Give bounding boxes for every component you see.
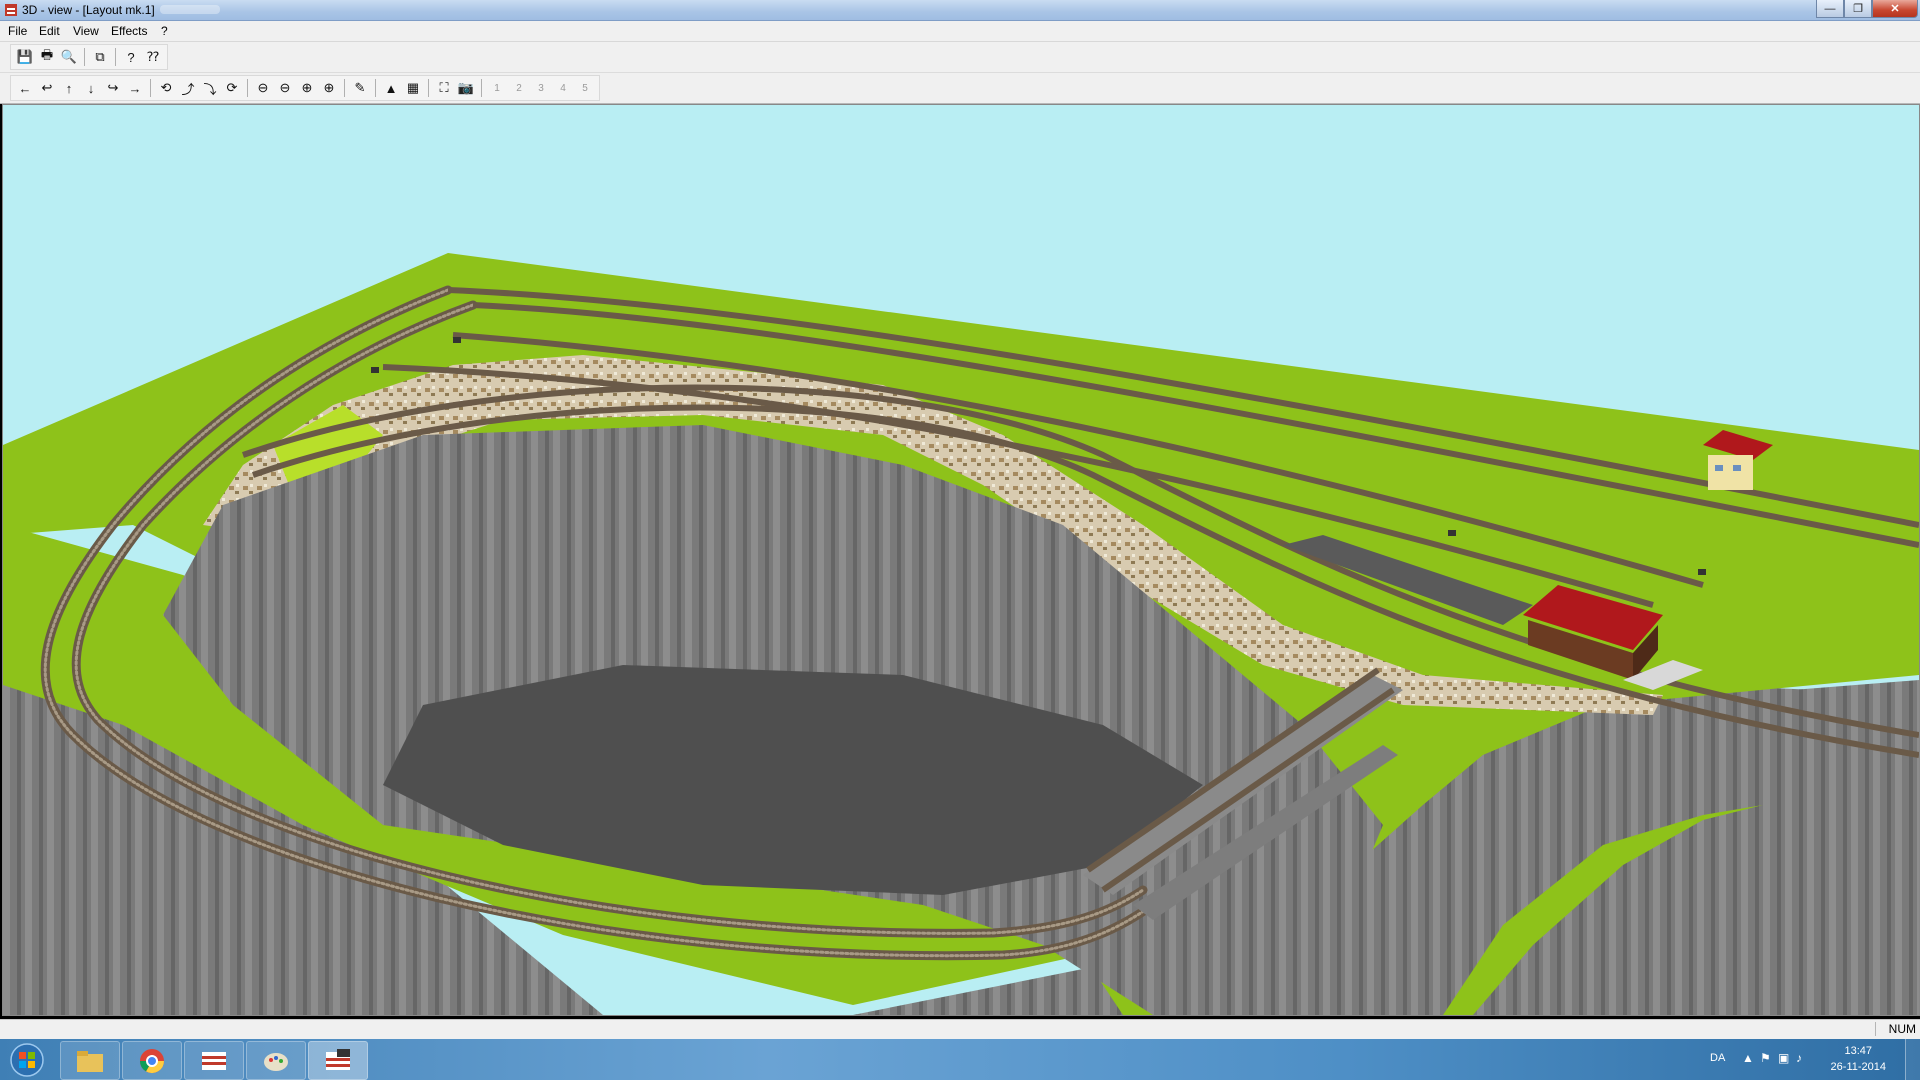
status-bar: NUM — [0, 1019, 1920, 1039]
toolbar-separator — [150, 79, 151, 97]
clock-date: 26-11-2014 — [1830, 1061, 1886, 1073]
taskbar-3d-view[interactable] — [308, 1041, 368, 1080]
tilt-up-icon[interactable]: ⤴ — [178, 78, 198, 98]
maximize-button[interactable]: ❐ — [1844, 0, 1872, 18]
menu-bar: File Edit View Effects ? — [0, 21, 1920, 42]
show-desktop-button[interactable] — [1905, 1039, 1920, 1080]
network-icon[interactable]: ▣ — [1778, 1051, 1789, 1065]
view-preset-2-icon[interactable]: 2 — [509, 78, 529, 98]
zoom-out-fast-icon[interactable]: ⊖ — [253, 78, 273, 98]
paint-icon — [264, 1052, 288, 1071]
toolbar-separator — [344, 79, 345, 97]
print-preview-icon[interactable]: 🔍 — [59, 47, 79, 67]
taskbar-paint[interactable] — [246, 1041, 306, 1080]
menu-edit[interactable]: Edit — [39, 24, 60, 38]
zoom-in-icon[interactable]: ⊕ — [297, 78, 317, 98]
language-indicator[interactable]: DA — [1710, 1052, 1725, 1064]
close-button[interactable]: ✕ — [1872, 0, 1918, 18]
taskbar-chrome[interactable] — [122, 1041, 182, 1080]
move-right-icon[interactable]: → — [125, 78, 145, 98]
turn-right-icon[interactable]: ↪ — [103, 78, 123, 98]
grid-icon[interactable]: ▦ — [403, 78, 423, 98]
toolbar-separator — [428, 79, 429, 97]
system-tray: DA ▲ ⚑ ▣ ♪ 13:47 26-11-2014 — [1690, 1039, 1920, 1080]
buffer-stop — [1448, 530, 1456, 536]
rotate-left-icon[interactable]: ⟲ — [156, 78, 176, 98]
show-hidden-icons-icon[interactable]: ▲ — [1742, 1051, 1754, 1065]
help-icon[interactable]: ? — [121, 47, 141, 67]
buffer-stop — [1698, 569, 1706, 575]
menu-view[interactable]: View — [73, 24, 99, 38]
view-preset-4-icon[interactable]: 4 — [553, 78, 573, 98]
fit-view-icon[interactable]: ⛶ — [434, 78, 454, 98]
toolbar-separator — [481, 79, 482, 97]
buffer-stop — [453, 337, 461, 343]
toolbar-separator — [375, 79, 376, 97]
chrome-icon — [140, 1048, 164, 1073]
zoom-in-fast-icon[interactable]: ⊕ — [319, 78, 339, 98]
clock[interactable]: 13:47 26-11-2014 — [1831, 1043, 1886, 1075]
view-preset-1-icon[interactable]: 1 — [487, 78, 507, 98]
view-toolbar: ← ↩ ↑ ↓ ↪ → ⟲ ⤴ ⤵ ⟳ ⊖ ⊖ ⊕ ⊕ ✎ ▲ ▦ ⛶ 📷 1 … — [0, 73, 1920, 104]
copy-icon[interactable]: ⧉ — [90, 47, 110, 67]
print-icon[interactable]: 🖶 — [37, 47, 57, 67]
move-left-icon[interactable]: ← — [15, 78, 35, 98]
action-center-icon[interactable]: ⚑ — [1760, 1051, 1771, 1065]
track-tool-icon[interactable]: ✎ — [350, 78, 370, 98]
rotate-right-icon[interactable]: ⟳ — [222, 78, 242, 98]
file-toolbar-group: 💾 🖶 🔍 ⧉ ? ⁇ — [10, 44, 168, 70]
tilt-down-icon[interactable]: ⤵ — [200, 78, 220, 98]
terrain-icon[interactable]: ▲ — [381, 78, 401, 98]
camera-icon[interactable]: 📷 — [456, 78, 476, 98]
main-toolbar: 💾 🖶 🔍 ⧉ ? ⁇ — [0, 42, 1920, 73]
track-planner-icon — [202, 1051, 226, 1070]
toolbar-separator — [84, 48, 85, 66]
view-preset-5-icon[interactable]: 5 — [575, 78, 595, 98]
volume-icon[interactable]: ♪ — [1796, 1051, 1802, 1065]
title-blur — [160, 5, 220, 14]
menu-file[interactable]: File — [8, 24, 27, 38]
move-up-icon[interactable]: ↑ — [59, 78, 79, 98]
context-help-icon[interactable]: ⁇ — [143, 47, 163, 67]
menu-effects[interactable]: Effects — [111, 24, 147, 38]
minimize-button[interactable]: — — [1816, 0, 1844, 18]
app-icon — [5, 4, 17, 16]
zoom-out-icon[interactable]: ⊖ — [275, 78, 295, 98]
turn-left-icon[interactable]: ↩ — [37, 78, 57, 98]
window-title: 3D - view - [Layout mk.1] — [22, 3, 155, 17]
title-bar: 3D - view - [Layout mk.1] — ❐ ✕ — [0, 0, 1920, 21]
num-lock-indicator: NUM — [1875, 1022, 1916, 1036]
view-preset-3-icon[interactable]: 3 — [531, 78, 551, 98]
move-down-icon[interactable]: ↓ — [81, 78, 101, 98]
3d-view-icon — [326, 1048, 350, 1070]
save-icon[interactable]: 💾 — [15, 47, 35, 67]
menu-help[interactable]: ? — [161, 24, 168, 38]
taskbar-track-planner[interactable] — [184, 1041, 244, 1080]
taskbar-explorer[interactable] — [60, 1041, 120, 1080]
folder-icon — [77, 1050, 103, 1072]
start-button[interactable] — [4, 1041, 50, 1079]
clock-time: 13:47 — [1844, 1045, 1873, 1057]
taskbar: DA ▲ ⚑ ▣ ♪ 13:47 26-11-2014 — [0, 1039, 1920, 1080]
3d-viewport[interactable] — [2, 104, 1920, 1016]
toolbar-separator — [115, 48, 116, 66]
view-toolbar-group: ← ↩ ↑ ↓ ↪ → ⟲ ⤴ ⤵ ⟳ ⊖ ⊖ ⊕ ⊕ ✎ ▲ ▦ ⛶ 📷 1 … — [10, 75, 600, 101]
buffer-stop — [371, 367, 379, 373]
toolbar-separator — [247, 79, 248, 97]
layout-3d-render[interactable] — [3, 105, 1919, 1015]
window-controls: — ❐ ✕ — [1816, 0, 1918, 18]
